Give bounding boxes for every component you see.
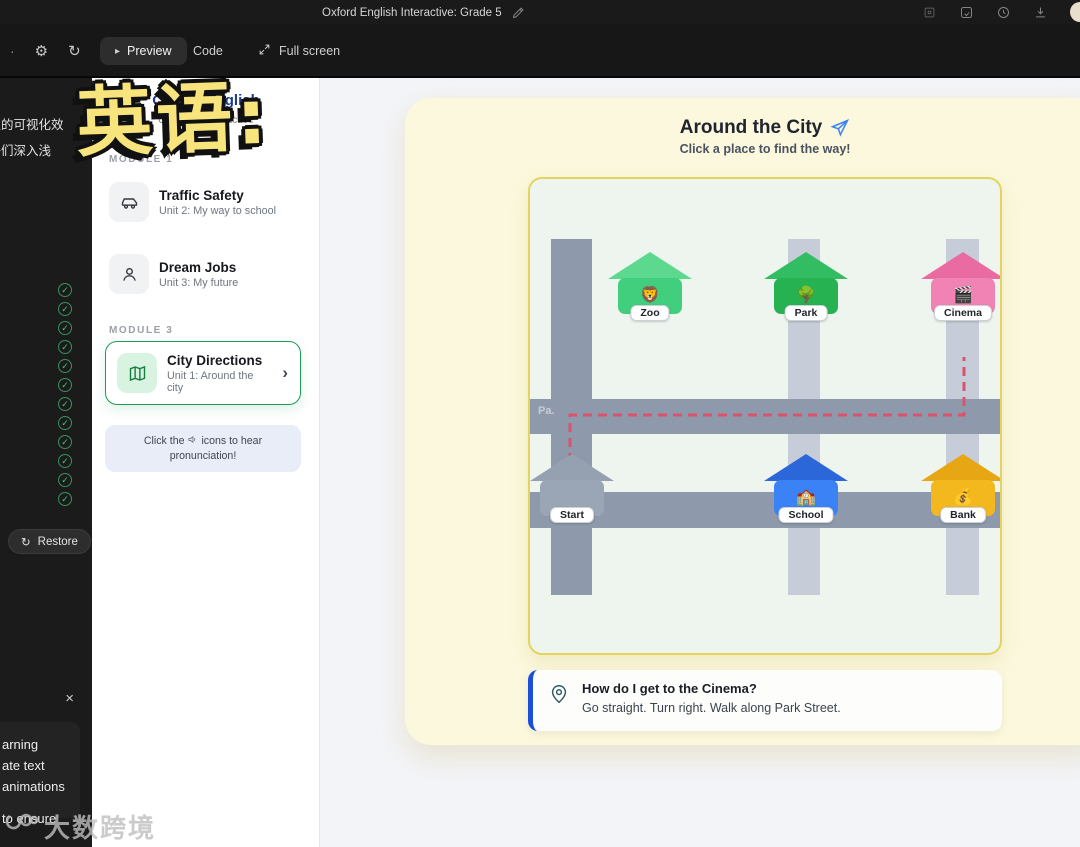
chevron-right-icon: › bbox=[282, 363, 288, 383]
restore-button[interactable]: ↻ Restore bbox=[8, 529, 91, 554]
preview-area: Around the City Click a place to find th… bbox=[320, 78, 1080, 847]
building-roof bbox=[530, 454, 614, 481]
check-icon: ✓ bbox=[58, 454, 72, 468]
close-icon[interactable]: × bbox=[65, 690, 74, 707]
video-caption-overlay: 英语: bbox=[74, 55, 272, 172]
module-item-city-directions[interactable]: City Directions Unit 1: Around the city … bbox=[105, 341, 301, 405]
app-panel: Around the City Click a place to find th… bbox=[405, 98, 1080, 745]
check-icon: ✓ bbox=[58, 283, 72, 297]
module-item-subtitle: Unit 2: My way to school bbox=[159, 205, 276, 217]
module-item-subtitle: Unit 3: My future bbox=[159, 277, 238, 289]
tree-emoji-icon: 🌳 bbox=[796, 288, 816, 304]
person-icon bbox=[109, 254, 149, 294]
check-icon: ✓ bbox=[58, 397, 72, 411]
place-label: School bbox=[778, 507, 833, 523]
clapperboard-emoji-icon: 🎬 bbox=[953, 288, 973, 304]
place-label: Zoo bbox=[630, 305, 669, 321]
app-title: Around the City bbox=[680, 117, 823, 139]
check-icon: ✓ bbox=[58, 378, 72, 392]
place-label: Park bbox=[785, 305, 828, 321]
agent-sidebar: 交互的可视化效 孩子们深入浅 ✓✓✓✓✓✓✓✓✓✓✓✓ ↻ Restore × … bbox=[0, 78, 92, 847]
overflow-dot-icon: · bbox=[10, 43, 15, 59]
place-label: Bank bbox=[940, 507, 986, 523]
module-item-title: Traffic Safety bbox=[159, 188, 276, 203]
check-icon: ✓ bbox=[58, 473, 72, 487]
restore-icon: ↻ bbox=[21, 535, 31, 549]
school-emoji-icon: 🏫 bbox=[796, 490, 816, 506]
map-place-cinema[interactable]: 🎬 Cinema bbox=[921, 252, 1002, 314]
check-icon: ✓ bbox=[58, 416, 72, 430]
speaker-icon bbox=[187, 434, 198, 445]
place-label: Start bbox=[550, 507, 594, 523]
car-icon bbox=[109, 182, 149, 222]
direction-answer: Go straight. Turn right. Walk along Park… bbox=[582, 701, 841, 715]
title-bar: Oxford English Interactive: Grade 5 bbox=[0, 0, 1080, 24]
check-icon: ✓ bbox=[58, 435, 72, 449]
place-label: Cinema bbox=[934, 305, 992, 321]
building-roof bbox=[764, 454, 848, 481]
pronunciation-tip: Click the icons to hear pronunciation! bbox=[105, 425, 301, 472]
map-place-park[interactable]: 🌳 Park bbox=[764, 252, 848, 314]
section-label-module-3: MODULE 3 bbox=[109, 325, 173, 336]
check-icon: ✓ bbox=[58, 321, 72, 335]
watermark-logo-icon bbox=[4, 808, 38, 845]
preview-play-icon: ▸ bbox=[115, 46, 120, 57]
module-item-traffic-safety[interactable]: Traffic Safety Unit 2: My way to school bbox=[104, 176, 304, 228]
module-panel: Oxford English Grade 5 · Interactive MOD… bbox=[92, 78, 320, 847]
check-icon: ✓ bbox=[58, 359, 72, 373]
window-icon[interactable] bbox=[922, 5, 937, 20]
map-place-bank[interactable]: 💰 Bank bbox=[921, 454, 1002, 516]
map-icon bbox=[117, 353, 157, 393]
gear-icon[interactable]: ⚙ bbox=[35, 42, 48, 60]
building-roof bbox=[764, 252, 848, 279]
map-place-school[interactable]: 🏫 School bbox=[764, 454, 848, 516]
location-pin-icon bbox=[548, 683, 570, 705]
app-header: Around the City Click a place to find th… bbox=[528, 117, 1002, 156]
direction-question: How do I get to the Cinema? bbox=[582, 681, 841, 696]
city-map: Pa. 🦁 Zoo 🌳 Park 🎬 bbox=[528, 177, 1002, 655]
module-item-dream-jobs[interactable]: Dream Jobs Unit 3: My future bbox=[104, 248, 304, 300]
check-icon: ✓ bbox=[58, 302, 72, 316]
building-roof bbox=[921, 252, 1002, 279]
agent-info-panel: arning ate text animations to ensure bbox=[0, 722, 80, 818]
check-icon: ✓ bbox=[58, 340, 72, 354]
moneybag-emoji-icon: 💰 bbox=[953, 490, 973, 506]
avatar[interactable] bbox=[1070, 2, 1080, 22]
building-roof bbox=[608, 252, 692, 279]
refresh-icon[interactable]: ↻ bbox=[68, 42, 81, 60]
check-icon: ✓ bbox=[58, 492, 72, 506]
module-item-subtitle: Unit 1: Around the city bbox=[167, 370, 272, 394]
app-subtitle: Click a place to find the way! bbox=[528, 142, 1002, 156]
window-title: Oxford English Interactive: Grade 5 bbox=[322, 7, 502, 19]
lion-emoji-icon: 🦁 bbox=[640, 288, 660, 304]
building-roof bbox=[921, 454, 1002, 481]
map-place-zoo[interactable]: 🦁 Zoo bbox=[608, 252, 692, 314]
directions-card: How do I get to the Cinema? Go straight.… bbox=[528, 670, 1002, 731]
paper-plane-icon bbox=[830, 118, 850, 138]
history-icon[interactable] bbox=[996, 5, 1011, 20]
watermark: 大数跨境 bbox=[4, 808, 156, 845]
check-column: ✓ ✓ ✓ ✓ ✓ ✓ ✓ ✓ ✓ ✓ ✓ ✓ bbox=[58, 283, 72, 506]
edit-title-pencil-icon[interactable] bbox=[511, 5, 526, 20]
notes-icon[interactable] bbox=[959, 5, 974, 20]
screen: Oxford English Interactive: Grade 5 · bbox=[0, 0, 1080, 847]
route-path bbox=[530, 179, 1002, 655]
download-icon[interactable] bbox=[1033, 5, 1048, 20]
module-item-title: Dream Jobs bbox=[159, 260, 238, 275]
map-place-start[interactable]: Start bbox=[530, 454, 614, 516]
module-item-title: City Directions bbox=[167, 353, 272, 368]
fullscreen-button[interactable]: Full screen bbox=[258, 43, 340, 59]
